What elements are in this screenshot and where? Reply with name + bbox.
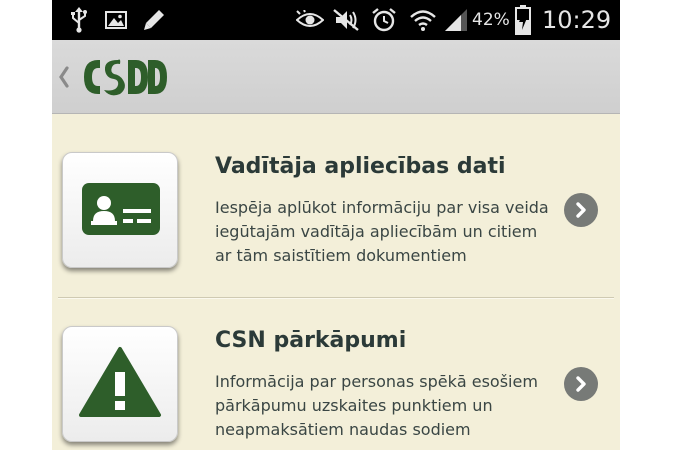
battery-icon [512,0,534,40]
csdd-logo[interactable] [78,50,168,104]
menu-list: Vadītāja apliecības dati Iespēja aplūkot… [52,114,620,450]
list-item-license-data[interactable]: Vadītāja apliecības dati Iespēja aplūkot… [52,114,620,299]
status-bar: 42% 10:29 [52,0,620,40]
chevron-right-icon[interactable] [564,193,598,227]
image-icon [103,0,129,40]
battery-percent: 42% [472,10,510,30]
status-time: 10:29 [542,6,612,34]
eye-icon [296,0,324,40]
license-card-icon [62,152,178,268]
pencil-icon [140,0,168,40]
wifi-icon [408,0,438,40]
item-title: Vadītāja apliecības dati [215,154,506,179]
chevron-right-icon[interactable] [564,367,598,401]
item-description: Iespēja aplūkot informāciju par visa vei… [215,198,549,265]
item-title: CSN pārkāpumi [215,328,407,353]
phone-screen: 42% 10:29 Vadītāja apliecības dati Iespē… [52,0,620,450]
item-description: Informācija par personas spēkā esošiem p… [215,372,538,439]
list-item-csn-violations[interactable]: CSN pārkāpumi Informācija par personas s… [52,288,620,450]
mute-icon [331,0,361,40]
warning-icon [62,326,178,442]
signal-icon [442,0,470,40]
alarm-icon [370,0,398,40]
screenshot-canvas: 42% 10:29 Vadītāja apliecības dati Iespē… [0,0,680,450]
usb-icon [68,0,90,40]
chevron-left-icon[interactable] [56,64,72,90]
action-bar [52,40,620,114]
